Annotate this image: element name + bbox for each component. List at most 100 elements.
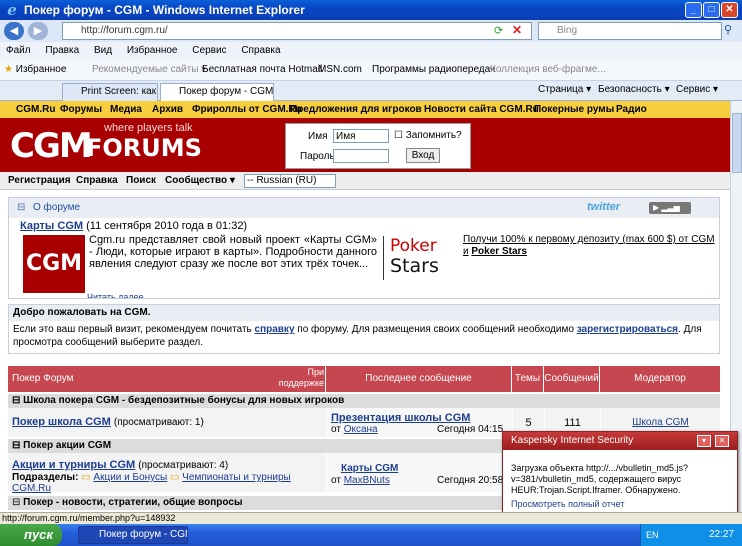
minimize-button[interactable]: _ [685, 2, 702, 18]
kaspersky-header: Kaspersky Internet Security ▾ ✕ [503, 432, 737, 450]
welcome-header: Добро пожаловать на CGM. [9, 305, 719, 321]
forum-title[interactable]: Акции и турниры CGM (просматривают: 4) [12, 459, 228, 471]
cgm-logo[interactable]: CGM [10, 126, 93, 166]
search-link[interactable]: Поиск [126, 172, 156, 190]
fav-item-suggested[interactable]: Рекомендуемые сайты ▾ [92, 59, 206, 80]
player-control[interactable]: ▶ ▂▃▅ [649, 202, 691, 214]
help-link-inline[interactable]: справку [255, 324, 295, 335]
nav-archive[interactable]: Архив [152, 101, 183, 118]
username-label: Имя [308, 131, 328, 142]
welcome-box: Добро пожаловать на CGM. Если это ваш пе… [8, 304, 720, 354]
favorites-bar: ★ Избранное Рекомендуемые сайты ▾ Беспла… [0, 59, 742, 81]
subforum-link[interactable]: Акции и Бонусы [93, 472, 167, 483]
fav-item-hotmail[interactable]: Бесплатная почта Hotmail [202, 59, 322, 80]
maximize-button[interactable]: □ [703, 2, 720, 18]
folder-icon: ▭ [170, 472, 180, 483]
start-button[interactable]: пуск [0, 524, 62, 546]
last-post-author: от MaxBNuts [331, 475, 390, 486]
forward-button[interactable]: ▶ [28, 22, 48, 40]
twitter-logo[interactable]: twitter [587, 201, 620, 213]
register-link[interactable]: Регистрация [8, 172, 71, 190]
folder-icon: ▭ [81, 472, 91, 483]
nav-media[interactable]: Медиа [110, 101, 142, 118]
language-select[interactable]: -- Russian (RU) [244, 174, 336, 188]
nav-radio[interactable]: Радио [616, 101, 647, 118]
cmd-safety[interactable]: Безопасность ▾ [598, 84, 670, 95]
nav-freerolls[interactable]: Фрироллы от CGM.Ru [192, 101, 302, 118]
read-more-link[interactable]: Читать далее [87, 292, 144, 298]
fav-item-webslices[interactable]: Коллекция веб-фрагме... [490, 59, 606, 80]
address-input[interactable]: http://forum.cgm.ru/ [62, 22, 532, 40]
language-indicator[interactable]: EN [646, 530, 659, 540]
nav-forums[interactable]: Форумы [60, 101, 102, 118]
username-input[interactable] [333, 129, 389, 143]
nav-rooms[interactable]: Покерные румы [534, 101, 614, 118]
register-link-inline[interactable]: зарегистрироваться [577, 324, 678, 335]
last-post-time: Сегодня 04:15 [437, 424, 504, 435]
stop-icon[interactable]: ✕ [512, 23, 522, 37]
user-nav-bar: Регистрация Справка Поиск Сообщество ▾ -… [0, 172, 730, 190]
login-button[interactable]: Вход [406, 148, 440, 163]
ie-icon: e [7, 1, 17, 19]
back-button[interactable]: ◀ [4, 22, 24, 40]
news-body: Cgm.ru представляет свой новый проект «К… [89, 234, 377, 270]
login-form: Имя ☐ Запомнить? Пароль Вход [285, 123, 471, 169]
last-post-cell: Карты CGM от MaxBNuts Сегодня 20:58 [326, 453, 512, 492]
pokerstars-promo[interactable]: Получи 100% к первому депозиту (max 600 … [463, 234, 718, 258]
tab-poker-forum[interactable]: Покер форум - CGM [160, 83, 274, 101]
subforums: Подразделы: ▭ Акции и Бонусы ▭ Чемпионат… [12, 472, 291, 494]
last-post-title[interactable]: Карты CGM [341, 463, 398, 474]
refresh-icon[interactable]: ⟳ [494, 24, 503, 37]
col-moderator: Модератор [600, 366, 720, 392]
community-menu[interactable]: Сообщество ▾ [165, 172, 235, 190]
kaspersky-report-link[interactable]: Просмотреть полный отчет [511, 499, 624, 509]
pokerstars-word-1: Poker [390, 236, 437, 256]
nav-news[interactable]: Новости сайта CGM.Ru [424, 101, 539, 118]
logo-tagline: where players talk [104, 122, 193, 134]
col-sponsor: При поддержке [278, 367, 324, 388]
kaspersky-close-button[interactable]: ✕ [715, 435, 729, 447]
windows-taskbar: пуск Покер форум - CGM ... 22:27 EN [0, 524, 742, 546]
menu-edit[interactable]: Правка [45, 45, 79, 56]
news-title-link[interactable]: Карты CGM [20, 220, 83, 232]
kaspersky-collapse-button[interactable]: ▾ [697, 435, 711, 447]
cmd-page[interactable]: Страница ▾ [538, 84, 591, 95]
menu-favorites[interactable]: Избранное [127, 45, 178, 56]
last-post-title[interactable]: Презентация школы CGM [331, 412, 470, 424]
menu-help[interactable]: Справка [241, 45, 280, 56]
col-threads: Темы [512, 366, 544, 392]
col-last-post: Последнее сообщение [326, 366, 512, 392]
forum-title[interactable]: Покер школа CGM (просматривают: 1) [12, 416, 204, 428]
address-toolbar: ◀ ▶ http://forum.cgm.ru/ ⟳ ✕ Bing ⚲ [0, 20, 742, 42]
menu-file[interactable]: Файл [6, 45, 31, 56]
remember-checkbox[interactable]: ☐ Запомнить? [394, 130, 462, 141]
favorites-button[interactable]: ★ Избранное [4, 59, 66, 80]
last-post-author: от Оксана [331, 424, 378, 435]
pokerstars-logo[interactable]: Poker Stars [383, 236, 461, 280]
category-school[interactable]: ⊟ Школа покера CGM - бездепозитные бонус… [8, 394, 720, 408]
pokerstars-word-2: Stars [390, 255, 439, 277]
tab-printscreen[interactable]: Print Screen: как сделать с... [62, 83, 158, 101]
nav-offers[interactable]: Предложения для игроков [290, 101, 422, 118]
cmd-tools[interactable]: Сервис ▾ [676, 84, 718, 95]
password-input[interactable] [333, 149, 389, 163]
menu-view[interactable]: Вид [94, 45, 112, 56]
news-box: ⊟ О форуме twitter ▶ ▂▃▅ Карты CGM (11 с… [8, 197, 720, 299]
window-title: Покер форум - CGM - Windows Internet Exp… [24, 3, 305, 17]
menu-bar: Файл Правка Вид Избранное Сервис Справка [0, 42, 742, 59]
scrollbar-thumb[interactable] [732, 113, 742, 173]
fav-item-radio[interactable]: Программы радиопередач [372, 59, 495, 80]
nav-cgm[interactable]: CGM.Ru [16, 101, 55, 118]
search-input[interactable]: Bing [538, 22, 722, 40]
kaspersky-message: Загрузка объекта http://.../vbulletin_md… [511, 463, 689, 495]
fav-item-msn[interactable]: MSN.com [318, 59, 362, 80]
news-image[interactable]: CGM [23, 235, 85, 293]
last-post-cell: Презентация школы CGM от Оксана Сегодня … [326, 408, 512, 437]
menu-tools[interactable]: Сервис [192, 45, 226, 56]
close-button[interactable]: ✕ [721, 2, 738, 18]
search-icon[interactable]: ⚲ [724, 23, 732, 36]
taskbar-item-ie[interactable]: Покер форум - CGM ... [78, 526, 188, 544]
tab-bar: Print Screen: как сделать с... Покер фор… [0, 81, 742, 101]
welcome-text: Если это ваш первый визит, рекомендуем п… [13, 324, 702, 348]
help-link[interactable]: Справка [76, 172, 118, 190]
